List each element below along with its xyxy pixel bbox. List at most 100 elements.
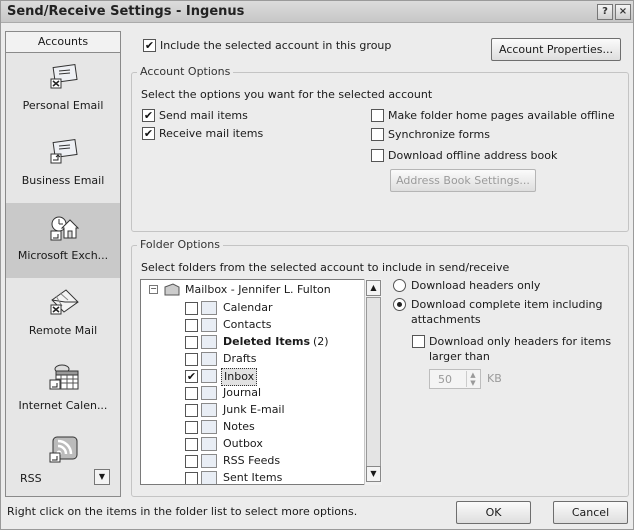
include-account-label: Include the selected account in this gro…	[160, 39, 392, 52]
title-bar: Send/Receive Settings - Ingenus ? ×	[1, 1, 633, 23]
inbox-icon	[201, 369, 217, 383]
notes-icon	[201, 420, 217, 434]
journal-icon	[201, 386, 217, 400]
synchronize-forms-checkbox[interactable]	[371, 128, 384, 141]
email-account-icon	[50, 138, 78, 164]
folder-label: Junk E-mail	[223, 403, 285, 416]
rss-icon	[49, 436, 78, 463]
collapse-toggle[interactable]: −	[149, 285, 158, 294]
sidebar-item-label: Business Email	[21, 174, 105, 187]
junk-email-icon	[201, 403, 217, 417]
calendar-icon	[201, 301, 217, 315]
sent-items-icon	[201, 471, 217, 484]
folder-checkbox[interactable]	[185, 319, 198, 332]
account-options-legend: Account Options	[137, 65, 234, 78]
folder-label: Notes	[223, 420, 255, 433]
address-book-settings-button[interactable]: Address Book Settings...	[390, 169, 536, 192]
download-only-headers-label-line1: Download only headers for items	[429, 335, 612, 348]
folder-label: Deleted Items	[223, 335, 311, 348]
send-receive-settings-window: Send/Receive Settings - Ingenus ? × Acco…	[0, 0, 634, 530]
sidebar-item-microsoft-exchange[interactable]: Microsoft Exch...	[6, 203, 120, 278]
download-complete-label-line1: Download complete item including	[411, 298, 603, 311]
folder-options-legend: Folder Options	[137, 238, 223, 251]
download-address-book-checkbox[interactable]	[371, 149, 384, 162]
sidebar-item-label: Personal Email	[22, 99, 104, 112]
sidebar-item-business-email[interactable]: Business Email	[6, 128, 120, 203]
sidebar-item-remote-mail[interactable]: Remote Mail	[6, 278, 120, 353]
sidebar-item-label: Internet Calen...	[18, 399, 108, 412]
sidebar-item-internet-calendar[interactable]: Internet Calen...	[6, 353, 120, 428]
rss-feeds-icon	[201, 454, 217, 468]
outbox-icon	[201, 437, 217, 451]
size-unit-label: KB	[487, 372, 502, 385]
internet-calendar-icon	[49, 364, 79, 390]
folder-checkbox[interactable]	[185, 336, 198, 349]
close-button[interactable]: ×	[615, 4, 631, 20]
folder-label: Drafts	[223, 352, 257, 365]
folder-tree-scrollbar[interactable]: ▲ ▼	[364, 279, 382, 485]
scroll-down-arrow[interactable]: ▼	[366, 466, 381, 482]
download-only-headers-checkbox[interactable]	[412, 335, 425, 348]
email-account-icon	[50, 63, 78, 89]
send-mail-checkbox[interactable]: ✔	[142, 109, 155, 122]
folder-label: Journal	[223, 386, 262, 399]
folder-checkbox[interactable]	[185, 421, 198, 434]
folder-label: Calendar	[223, 301, 273, 314]
deleted-items-icon	[201, 335, 217, 349]
synchronize-forms-label: Synchronize forms	[388, 128, 490, 141]
size-limit-spinner[interactable]: 50 ▲ ▼	[429, 369, 481, 389]
folder-checkbox[interactable]	[185, 404, 198, 417]
sidebar-scroll-down-button[interactable]: ▼	[94, 469, 110, 485]
include-account-checkbox[interactable]: ✔	[143, 39, 156, 52]
sidebar-item-label: Microsoft Exch...	[17, 249, 109, 262]
help-button[interactable]: ?	[597, 4, 613, 20]
folder-label: Contacts	[223, 318, 272, 331]
folder-label: RSS Feeds	[223, 454, 281, 467]
footer-hint: Right click on the items in the folder l…	[7, 505, 358, 518]
folder-options-instruction: Select folders from the selected account…	[141, 261, 510, 274]
sidebar-item-personal-email[interactable]: Personal Email	[6, 53, 120, 128]
folder-home-pages-checkbox[interactable]	[371, 109, 384, 122]
account-properties-button[interactable]: Account Properties...	[491, 38, 621, 61]
download-address-book-label: Download offline address book	[388, 149, 558, 162]
exchange-house-icon	[50, 216, 80, 241]
scroll-up-arrow[interactable]: ▲	[366, 280, 381, 296]
mailbox-label-text: Mailbox - Jennifer L. Fulton	[185, 283, 331, 296]
sidebar-item-rss[interactable]: RSS ▼	[6, 428, 120, 490]
receive-mail-checkbox[interactable]: ✔	[142, 127, 155, 140]
mailbox-icon	[164, 283, 180, 296]
folder-unread-count: (2)	[313, 335, 329, 348]
spinner-arrows[interactable]: ▲ ▼	[466, 371, 479, 387]
drafts-icon	[201, 352, 217, 366]
folder-label: Outbox	[223, 437, 263, 450]
folder-label: Sent Items	[223, 471, 283, 484]
account-options-instruction: Select the options you want for the sele…	[141, 88, 433, 101]
remote-mail-icon	[50, 289, 79, 315]
folder-checkbox[interactable]	[185, 387, 198, 400]
sidebar-item-label: Remote Mail	[28, 324, 98, 337]
folder-tree: − Mailbox - Jennifer L. Fulton Calendar C…	[140, 279, 382, 485]
accounts-header: Accounts	[6, 32, 120, 53]
scroll-thumb[interactable]	[366, 297, 381, 467]
download-only-headers-label-line2: larger than	[429, 350, 490, 363]
sidebar-item-label: RSS	[20, 472, 42, 485]
download-headers-only-radio[interactable]	[393, 279, 406, 292]
folder-checkbox[interactable]	[185, 472, 198, 484]
folder-checkbox[interactable]	[185, 302, 198, 315]
accounts-sidebar: Accounts Personal Email Business Email M…	[5, 31, 121, 497]
contacts-icon	[201, 318, 217, 332]
download-complete-label-line2: attachments	[411, 313, 481, 326]
folder-checkbox[interactable]: ✔	[185, 370, 198, 383]
folder-label: Inbox	[221, 368, 258, 386]
size-limit-value: 50	[438, 373, 452, 386]
window-title: Send/Receive Settings - Ingenus	[7, 4, 245, 19]
download-complete-radio[interactable]	[393, 298, 406, 311]
receive-mail-label: Receive mail items	[159, 127, 264, 140]
folder-checkbox[interactable]	[185, 438, 198, 451]
folder-home-pages-label: Make folder home pages available offline	[388, 109, 615, 122]
folder-checkbox[interactable]	[185, 353, 198, 366]
cancel-button[interactable]: Cancel	[553, 501, 628, 524]
ok-button[interactable]: OK	[456, 501, 531, 524]
download-headers-only-label: Download headers only	[411, 279, 541, 292]
folder-checkbox[interactable]	[185, 455, 198, 468]
